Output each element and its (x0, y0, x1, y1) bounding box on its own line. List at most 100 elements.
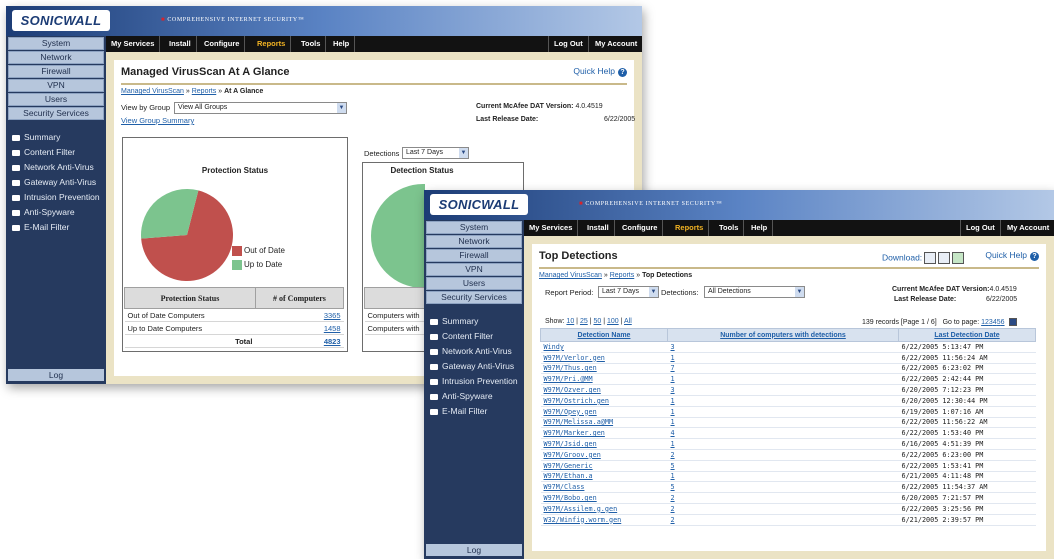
printer-icon[interactable] (924, 252, 937, 264)
breadcrumb-managed-virusscan[interactable]: Managed VirusScan (121, 88, 184, 95)
detection-count-link[interactable]: 2 (667, 503, 899, 515)
col-detection-name[interactable]: Detection Name (540, 328, 668, 342)
detection-count-link[interactable]: 1 (667, 352, 899, 364)
detection-name-link[interactable]: W97M/Jsid.gen (540, 438, 668, 450)
log-button[interactable]: Log (426, 544, 522, 556)
sidebar-item-gateway-anti-virus[interactable]: Gateway Anti-Virus (424, 359, 524, 374)
detection-count-link[interactable]: 2 (667, 514, 899, 526)
excel-icon[interactable] (952, 252, 965, 264)
sidebar-item-content-filter[interactable]: Content Filter (6, 145, 106, 160)
detection-name-link[interactable]: W97M/Generic (540, 460, 668, 472)
sidebar-item-email-filter[interactable]: E-Mail Filter (6, 220, 106, 235)
nav-users[interactable]: Users (426, 277, 522, 290)
sidebar-item-anti-spyware[interactable]: Anti-Spyware (424, 389, 524, 404)
show-10[interactable]: 10 (566, 318, 574, 325)
detection-name-link[interactable]: W97M/Class (540, 481, 668, 494)
menu-tools[interactable]: Tools (296, 36, 327, 52)
sidebar-item-network-anti-virus[interactable]: Network Anti-Virus (6, 160, 106, 175)
count-link[interactable]: 3365 (255, 308, 344, 322)
detection-count-link[interactable]: 1 (667, 395, 899, 407)
nav-vpn[interactable]: VPN (8, 79, 104, 92)
detection-count-link[interactable]: 5 (667, 481, 899, 494)
nav-network[interactable]: Network (426, 235, 522, 248)
detection-name-link[interactable]: W32/Winfig.worm.gen (540, 514, 668, 526)
detection-name-link[interactable]: W97M/Pri.@MM (540, 373, 668, 386)
show-25[interactable]: 25 (580, 318, 588, 325)
show-50[interactable]: 50 (593, 318, 601, 325)
show-100[interactable]: 100 (607, 318, 619, 325)
report-period-select[interactable]: Last 7 Days ▼ (598, 286, 659, 298)
detection-count-link[interactable]: 3 (667, 384, 899, 396)
detection-count-link[interactable]: 1 (667, 438, 899, 450)
sidebar-item-network-anti-virus[interactable]: Network Anti-Virus (424, 344, 524, 359)
total-link[interactable]: 4823 (255, 334, 344, 348)
sidebar-item-summary[interactable]: Summary (424, 314, 524, 329)
nav-security-services[interactable]: Security Services (426, 291, 522, 304)
page-6[interactable]: 6 (1001, 319, 1005, 326)
menu-reports[interactable]: Reports (252, 36, 292, 52)
menu-log-out[interactable]: Log Out (960, 220, 1001, 236)
detection-count-link[interactable]: 2 (667, 449, 899, 461)
menu-help[interactable]: Help (746, 220, 774, 236)
menu-tools[interactable]: Tools (714, 220, 745, 236)
menu-my-account[interactable]: My Account (1002, 220, 1054, 236)
detection-name-link[interactable]: W97M/Melissa.a@MM (540, 417, 668, 429)
nav-system[interactable]: System (8, 37, 104, 50)
detection-count-link[interactable]: 1 (667, 373, 899, 386)
menu-reports[interactable]: Reports (670, 220, 710, 236)
detections-period-select[interactable]: Last 7 Days ▼ (402, 147, 469, 159)
menu-help[interactable]: Help (328, 36, 356, 52)
pdf-icon[interactable] (938, 252, 951, 264)
detection-name-link[interactable]: W97M/Bobo.gen (540, 492, 668, 504)
breadcrumb-reports[interactable]: Reports (192, 88, 217, 95)
log-button[interactable]: Log (8, 369, 104, 381)
sidebar-item-anti-spyware[interactable]: Anti-Spyware (6, 205, 106, 220)
col-last-detection-date[interactable]: Last Detection Date (898, 328, 1036, 342)
detection-name-link[interactable]: Windy (540, 341, 668, 353)
detection-count-link[interactable]: 4 (667, 427, 899, 440)
breadcrumb-reports[interactable]: Reports (610, 272, 635, 279)
sidebar-item-summary[interactable]: Summary (6, 130, 106, 145)
nav-system[interactable]: System (426, 221, 522, 234)
detection-name-link[interactable]: W97M/Opey.gen (540, 406, 668, 418)
detection-count-link[interactable]: 2 (667, 492, 899, 504)
detections-filter-select[interactable]: All Detections ▼ (704, 286, 805, 298)
show-all[interactable]: All (624, 318, 632, 325)
menu-my-services[interactable]: My Services (106, 36, 161, 52)
detection-count-link[interactable]: 1 (667, 417, 899, 429)
nav-vpn[interactable]: VPN (426, 263, 522, 276)
detection-count-link[interactable]: 3 (667, 341, 899, 353)
detection-name-link[interactable]: W97M/Thus.gen (540, 363, 668, 375)
detection-name-link[interactable]: W97M/Verlor.gen (540, 352, 668, 364)
menu-log-out[interactable]: Log Out (548, 36, 589, 52)
next-page-icon[interactable] (1008, 318, 1017, 326)
detection-name-link[interactable]: W97M/Ostrich.gen (540, 395, 668, 407)
nav-network[interactable]: Network (8, 51, 104, 64)
detection-name-link[interactable]: W97M/Groov.gen (540, 449, 668, 461)
sidebar-item-content-filter[interactable]: Content Filter (424, 329, 524, 344)
detection-name-link[interactable]: W97M/Ozver.gen (540, 384, 668, 396)
detection-name-link[interactable]: W97M/Marker.gen (540, 427, 668, 440)
menu-install[interactable]: Install (164, 36, 197, 52)
menu-my-services[interactable]: My Services (524, 220, 579, 236)
quick-help-link[interactable]: Quick Help? (573, 66, 627, 77)
nav-security-services[interactable]: Security Services (8, 107, 104, 120)
sidebar-item-intrusion-prevention[interactable]: Intrusion Prevention (424, 374, 524, 389)
detection-count-link[interactable]: 1 (667, 406, 899, 418)
nav-users[interactable]: Users (8, 93, 104, 106)
sidebar-item-intrusion-prevention[interactable]: Intrusion Prevention (6, 190, 106, 205)
view-group-select[interactable]: View All Groups ▼ (174, 102, 347, 114)
menu-configure[interactable]: Configure (199, 36, 246, 52)
detection-count-link[interactable]: 7 (667, 363, 899, 375)
sidebar-item-gateway-anti-virus[interactable]: Gateway Anti-Virus (6, 175, 106, 190)
detection-name-link[interactable]: W97M/Assilem.g.gen (540, 503, 668, 515)
sidebar-item-email-filter[interactable]: E-Mail Filter (424, 404, 524, 419)
detection-count-link[interactable]: 5 (667, 460, 899, 472)
count-link[interactable]: 1458 (255, 321, 344, 335)
nav-firewall[interactable]: Firewall (426, 249, 522, 262)
menu-configure[interactable]: Configure (617, 220, 664, 236)
menu-my-account[interactable]: My Account (590, 36, 642, 52)
view-group-summary-link[interactable]: View Group Summary (121, 116, 194, 125)
breadcrumb-managed-virusscan[interactable]: Managed VirusScan (539, 272, 602, 279)
nav-firewall[interactable]: Firewall (8, 65, 104, 78)
